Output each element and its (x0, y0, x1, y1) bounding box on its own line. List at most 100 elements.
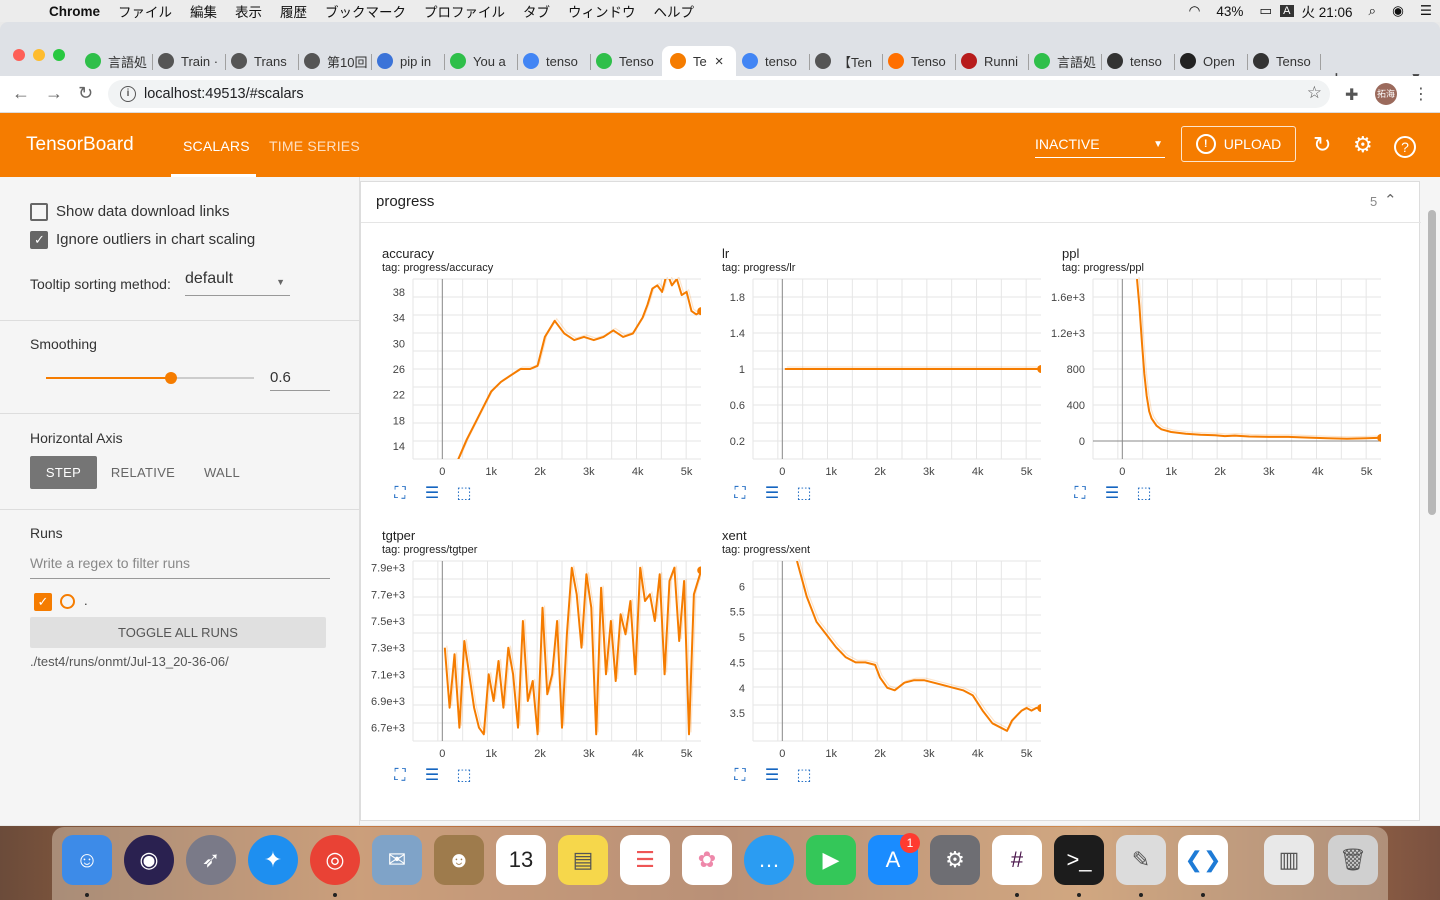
menu-profile[interactable]: プロファイル (415, 1, 514, 21)
minimize-window-button[interactable] (33, 49, 45, 61)
battery-percent[interactable]: 43% (1208, 4, 1251, 19)
trash-icon[interactable]: 🗑 (1328, 835, 1378, 885)
spotlight-icon[interactable]: ⌕ (1361, 3, 1385, 19)
fit-domain-icon[interactable]: ⬚ (453, 484, 475, 504)
axis-wall-button[interactable]: WALL (192, 456, 252, 489)
inactive-plugins-dropdown[interactable]: INACTIVE ▼ (1035, 136, 1165, 158)
siri-icon[interactable]: ◉ (124, 835, 174, 885)
menu-view[interactable]: 表示 (226, 1, 271, 21)
help-icon[interactable]: ? (1394, 136, 1416, 158)
chrome-menu-icon[interactable]: ⋮ (1413, 84, 1429, 104)
back-icon[interactable]: ← (12, 83, 30, 104)
tag-group-title[interactable]: progress (376, 193, 434, 210)
vscode-icon[interactable]: ❮❯ (1178, 835, 1228, 885)
expand-icon[interactable]: ⛶ (729, 484, 751, 504)
menu-file[interactable]: ファイル (109, 1, 181, 21)
browser-tab[interactable]: pip in (377, 46, 445, 76)
scrollbar[interactable] (1428, 210, 1436, 515)
script-editor-icon[interactable]: ✎ (1116, 835, 1166, 885)
browser-tab[interactable]: Tenso (1253, 46, 1321, 76)
slack-icon[interactable]: # (992, 835, 1042, 885)
data-table-icon[interactable]: ☰ (421, 484, 443, 504)
browser-tab[interactable]: 第10回 (304, 46, 372, 76)
show-download-links-checkbox[interactable] (30, 203, 48, 221)
fit-domain-icon[interactable]: ⬚ (1133, 484, 1155, 504)
fit-domain-icon[interactable]: ⬚ (793, 766, 815, 786)
terminal-icon[interactable]: >_ (1054, 835, 1104, 885)
wifi-icon[interactable]: ◠ (1181, 3, 1209, 19)
ignore-outliers-checkbox[interactable] (30, 231, 48, 249)
menu-app-name[interactable]: Chrome (40, 4, 109, 19)
expand-icon[interactable]: ⛶ (1069, 484, 1091, 504)
launchpad-icon[interactable]: ➶ (186, 835, 236, 885)
notes-icon[interactable]: ▤ (558, 835, 608, 885)
documents-stack-icon[interactable]: ▥ (1264, 835, 1314, 885)
tab-time-series[interactable]: TIME SERIES (269, 138, 360, 154)
tab-scalars[interactable]: SCALARS (183, 138, 250, 154)
data-table-icon[interactable]: ☰ (1101, 484, 1123, 504)
address-bar[interactable]: i localhost:49513/#scalars ☆ (108, 80, 1330, 108)
expand-icon[interactable]: ⛶ (389, 484, 411, 504)
chrome-icon[interactable]: ◎ (310, 835, 360, 885)
smoothing-slider-thumb[interactable] (165, 372, 177, 384)
photos-icon[interactable]: ✿ (682, 835, 732, 885)
close-window-button[interactable] (13, 49, 25, 61)
fit-domain-icon[interactable]: ⬚ (793, 484, 815, 504)
settings-gear-icon[interactable]: ⚙ (1353, 132, 1373, 158)
chevron-up-icon[interactable]: ⌃ (1384, 191, 1397, 209)
data-table-icon[interactable]: ☰ (761, 766, 783, 786)
data-table-icon[interactable]: ☰ (761, 484, 783, 504)
browser-tab[interactable]: Runni (961, 46, 1029, 76)
browser-tab[interactable]: Tenso (596, 46, 664, 76)
zoom-window-button[interactable] (53, 49, 65, 61)
browser-tab[interactable]: Train · (158, 46, 226, 76)
upload-button[interactable]: ! UPLOAD (1181, 126, 1296, 162)
browser-tab[interactable]: You a (450, 46, 518, 76)
calendar-icon[interactable]: 13 (496, 835, 546, 885)
browser-tab[interactable]: tenso (523, 46, 591, 76)
menu-history[interactable]: 履歴 (271, 1, 316, 21)
finder-icon[interactable]: ☺ (62, 835, 112, 885)
safari-icon[interactable]: ✦ (248, 835, 298, 885)
menu-tab[interactable]: タブ (514, 1, 559, 21)
browser-tab-active[interactable]: Te × (662, 46, 736, 76)
input-source[interactable]: A (1280, 5, 1294, 17)
run-checkbox[interactable]: ✓ (34, 593, 52, 611)
site-info-icon[interactable]: i (120, 86, 136, 102)
axis-relative-button[interactable]: RELATIVE (108, 456, 178, 489)
toggle-all-runs-button[interactable]: TOGGLE ALL RUNS (30, 617, 326, 648)
contacts-icon[interactable]: ☻ (434, 835, 484, 885)
menu-help[interactable]: ヘルプ (645, 1, 704, 21)
profile-avatar[interactable]: 拓海 (1375, 83, 1397, 105)
browser-tab[interactable]: 言語処 (85, 46, 153, 76)
system-preferences-icon[interactable]: ⚙ (930, 835, 980, 885)
address-url[interactable]: localhost:49513/#scalars (144, 86, 304, 102)
axis-step-button[interactable]: STEP (30, 456, 97, 489)
messages-icon[interactable]: … (744, 835, 794, 885)
expand-icon[interactable]: ⛶ (389, 766, 411, 786)
run-color-swatch[interactable] (60, 594, 75, 609)
browser-tab[interactable]: tenso (742, 46, 810, 76)
mail-icon[interactable]: ✉ (372, 835, 422, 885)
runs-filter-input[interactable]: Write a regex to filter runs (30, 555, 330, 579)
browser-tab[interactable]: Tenso (888, 46, 956, 76)
browser-tab[interactable]: tenso (1107, 46, 1175, 76)
fit-domain-icon[interactable]: ⬚ (453, 766, 475, 786)
siri-icon[interactable]: ◉ (1384, 3, 1412, 19)
menu-window[interactable]: ウィンドウ (559, 1, 645, 21)
menu-bookmarks[interactable]: ブックマーク (316, 1, 415, 21)
smoothing-input[interactable]: 0.6 (270, 369, 330, 391)
menu-edit[interactable]: 編集 (181, 1, 226, 21)
forward-icon[interactable]: → (45, 83, 63, 104)
control-center-icon[interactable]: ☰ (1412, 3, 1440, 19)
facetime-icon[interactable]: ▶ (806, 835, 856, 885)
browser-tab[interactable]: Open (1180, 46, 1248, 76)
browser-tab[interactable]: 言語処 (1034, 46, 1102, 76)
clock[interactable]: 火 21:06 (1294, 1, 1361, 21)
reminders-icon[interactable]: ☰ (620, 835, 670, 885)
reload-data-icon[interactable]: ↻ (1313, 132, 1331, 158)
data-table-icon[interactable]: ☰ (421, 766, 443, 786)
reload-icon[interactable]: ↻ (78, 83, 93, 104)
close-tab-icon[interactable]: × (715, 53, 724, 70)
bookmark-star-icon[interactable]: ☆ (1307, 83, 1322, 103)
